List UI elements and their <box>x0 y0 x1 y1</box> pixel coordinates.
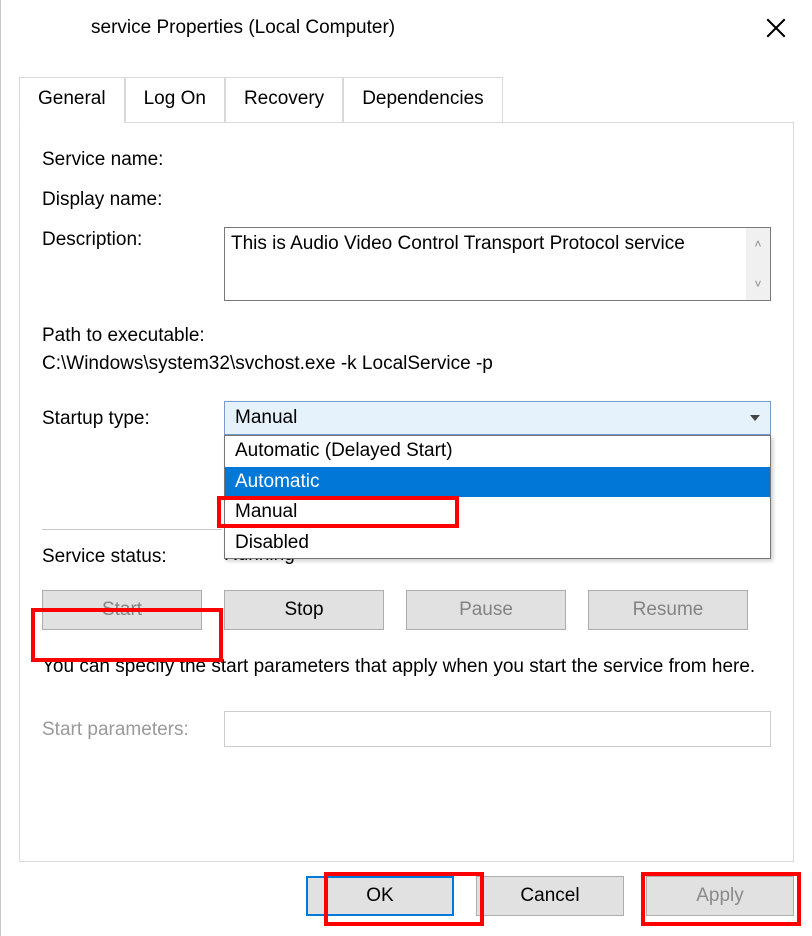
chevron-down-icon <box>750 415 760 421</box>
ok-button[interactable]: OK <box>306 876 454 916</box>
scroll-up-icon[interactable]: ˄ <box>746 228 770 260</box>
tab-log-on[interactable]: Log On <box>125 77 225 123</box>
dialog-buttons: OK Cancel Apply <box>1 862 812 916</box>
startup-type-dropdown[interactable]: Manual <box>224 401 771 435</box>
tab-panel-general: Service name: Display name: Description:… <box>19 122 794 862</box>
pause-button[interactable]: Pause <box>406 590 566 630</box>
tabs-row: General Log On Recovery Dependencies <box>19 76 794 122</box>
service-properties-window: service Properties (Local Computer) Gene… <box>0 0 812 936</box>
start-parameters-input[interactable] <box>224 711 771 747</box>
apply-button[interactable]: Apply <box>646 876 794 916</box>
description-scrollbar[interactable]: ˄ ˅ <box>746 228 770 300</box>
description-box[interactable]: This is Audio Video Control Transport Pr… <box>224 227 771 301</box>
service-action-buttons: Start Stop Pause Resume <box>42 590 771 630</box>
window-title: service Properties (Local Computer) <box>91 17 395 39</box>
startup-type-label: Startup type: <box>42 406 224 430</box>
tab-recovery[interactable]: Recovery <box>225 77 343 123</box>
path-value: C:\Windows\system32\svchost.exe -k Local… <box>42 353 771 375</box>
option-automatic-delayed[interactable]: Automatic (Delayed Start) <box>225 436 770 467</box>
start-parameters-help: You can specify the start parameters tha… <box>42 654 771 681</box>
stop-button[interactable]: Stop <box>224 590 384 630</box>
option-manual[interactable]: Manual <box>225 497 770 528</box>
option-disabled[interactable]: Disabled <box>225 528 770 559</box>
path-block: Path to executable: C:\Windows\system32\… <box>42 325 771 375</box>
start-button[interactable]: Start <box>42 590 202 630</box>
tabs-container: General Log On Recovery Dependencies Ser… <box>19 76 794 862</box>
service-name-label: Service name: <box>42 147 224 171</box>
startup-type-selected: Manual <box>235 407 297 429</box>
description-text: This is Audio Video Control Transport Pr… <box>231 232 740 296</box>
service-status-label: Service status: <box>42 544 224 568</box>
scroll-down-icon[interactable]: ˅ <box>746 268 770 300</box>
separator-line <box>42 529 222 530</box>
startup-type-dropdown-list: Automatic (Delayed Start) Automatic Manu… <box>224 435 771 559</box>
tab-general[interactable]: General <box>19 77 125 123</box>
path-label: Path to executable: <box>42 325 771 347</box>
close-icon <box>766 18 786 38</box>
start-parameters-label: Start parameters: <box>42 717 224 741</box>
cancel-button[interactable]: Cancel <box>476 876 624 916</box>
tab-dependencies[interactable]: Dependencies <box>343 77 502 123</box>
description-label: Description: <box>42 227 224 251</box>
close-button[interactable] <box>752 4 800 52</box>
display-name-label: Display name: <box>42 187 224 211</box>
option-automatic[interactable]: Automatic <box>225 467 770 498</box>
startup-row: Startup type: Manual Automatic (Delayed … <box>42 401 771 435</box>
start-parameters-row: Start parameters: <box>42 711 771 747</box>
resume-button[interactable]: Resume <box>588 590 748 630</box>
titlebar: service Properties (Local Computer) <box>1 0 812 56</box>
